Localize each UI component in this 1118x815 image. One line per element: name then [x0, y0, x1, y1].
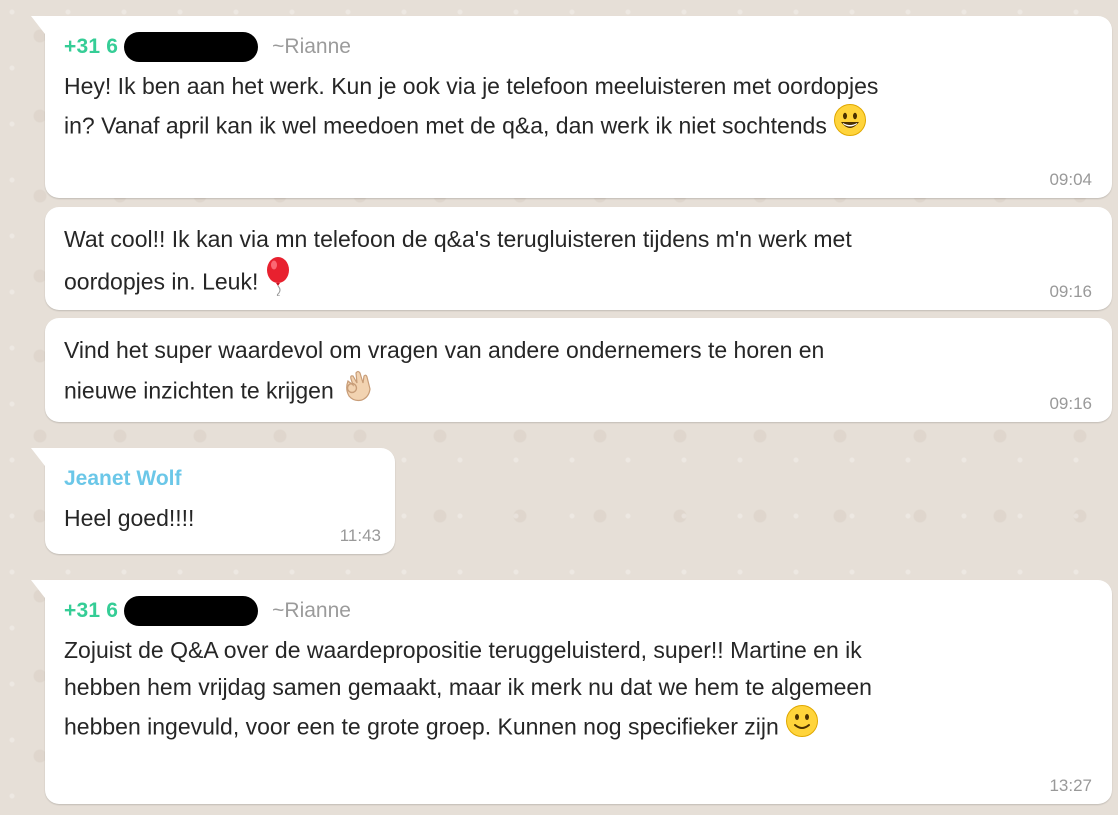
message-line: Vind het super waardevol om vragen van a…: [64, 337, 825, 363]
message-time: 11:43: [339, 526, 381, 545]
redaction-bar: [124, 596, 259, 626]
message-text: Wat cool!! Ik kan via mn telefoon de q&a…: [64, 221, 1092, 309]
message-line: in? Vanaf april kan ik wel meedoen met d…: [64, 112, 827, 139]
smiley-emoji: [833, 103, 867, 148]
slightly-smiling-emoji: [785, 704, 819, 749]
sender-name[interactable]: Jeanet Wolf: [64, 464, 375, 494]
sender-row: +31 6 ~Rianne: [64, 32, 1092, 62]
message-bubble[interactable]: Wat cool!! Ik kan via mn telefoon de q&a…: [45, 207, 1112, 310]
message-time: 09:16: [1049, 394, 1092, 413]
message-line: nieuwe inzichten te krijgen: [64, 377, 334, 404]
ok-hand-emoji: [340, 367, 374, 414]
message-line: Heel goed!!!!: [64, 505, 195, 531]
message-text: Vind het super waardevol om vragen van a…: [64, 332, 1092, 416]
sender-phone[interactable]: +31 6: [64, 599, 118, 623]
message-bubble[interactable]: +31 6 ~Rianne Hey! Ik ben aan het werk. …: [31, 16, 1112, 198]
message-bubble[interactable]: +31 6 ~Rianne Zojuist de Q&A over de waa…: [31, 580, 1112, 804]
message-time: 09:04: [1049, 170, 1092, 189]
message-line: oordopjes in. Leuk!: [64, 268, 259, 295]
message-line: Hey! Ik ben aan het werk. Kun je ook via…: [64, 73, 879, 99]
sender-row: +31 6 ~Rianne: [64, 596, 1092, 626]
sender-nickname: ~Rianne: [272, 35, 351, 58]
sender-phone[interactable]: +31 6: [64, 35, 118, 59]
message-text: Heel goed!!!!: [64, 500, 375, 537]
message-time: 09:16: [1049, 282, 1092, 301]
message-line: hebben hem vrijdag samen gemaakt, maar i…: [64, 674, 872, 700]
message-text: Hey! Ik ben aan het werk. Kun je ook via…: [64, 68, 1092, 150]
message-bubble[interactable]: Vind het super waardevol om vragen van a…: [45, 318, 1112, 422]
message-text: Zojuist de Q&A over de waardepropositie …: [64, 632, 1092, 751]
sender-nickname: ~Rianne: [272, 599, 351, 622]
message-line: Zojuist de Q&A over de waardepropositie …: [64, 637, 862, 663]
message-line: Wat cool!! Ik kan via mn telefoon de q&a…: [64, 226, 852, 252]
message-bubble[interactable]: Jeanet Wolf Heel goed!!!! 11:43: [31, 448, 395, 554]
message-line: hebben ingevuld, voor een te grote groep…: [64, 713, 779, 740]
balloon-emoji: [264, 256, 294, 307]
message-time: 13:27: [1049, 776, 1092, 795]
redaction-bar: [124, 32, 259, 62]
